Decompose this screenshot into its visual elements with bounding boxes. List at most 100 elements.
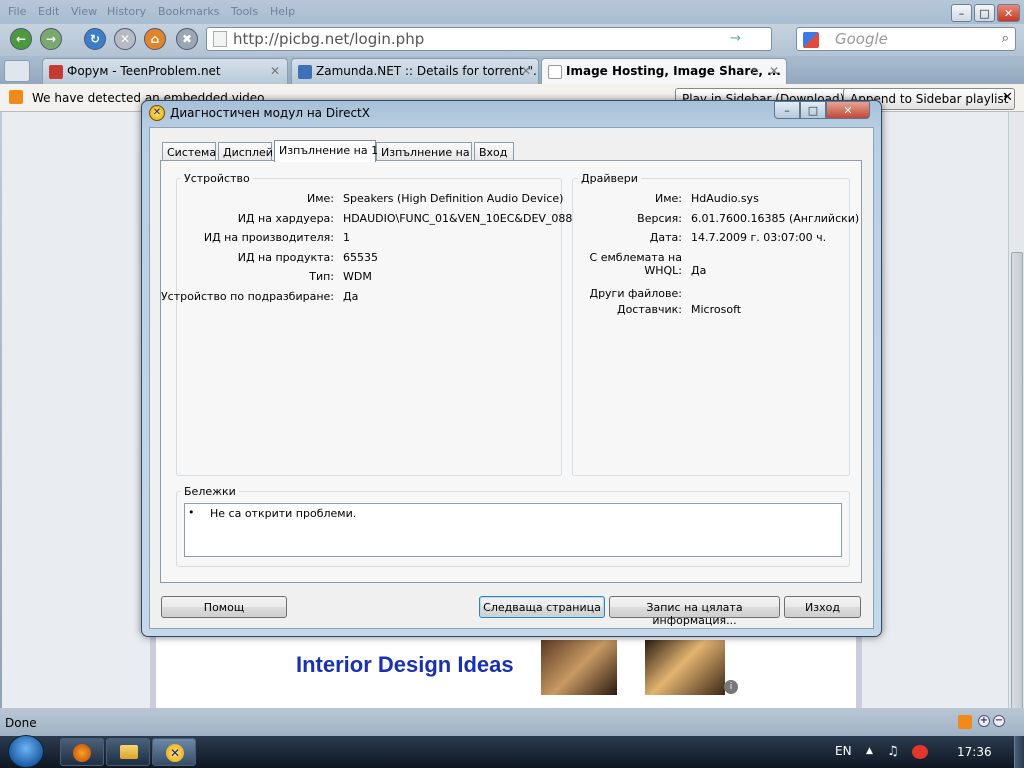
directx-icon: ✕ <box>149 105 165 121</box>
notes-group-label: Бележки <box>181 485 239 498</box>
tab-sound-2[interactable]: Изпълнение на 2 <box>376 142 480 161</box>
taskbar-dxdiag[interactable]: ✕ <box>152 738 196 766</box>
driver-name-label: Име: <box>654 192 682 205</box>
dialog-minimize-button[interactable]: – <box>774 101 800 119</box>
zoom-out-icon[interactable]: − <box>993 715 1005 727</box>
status-bar: Done + − <box>0 708 1024 736</box>
reload-icon[interactable]: ↻ <box>84 28 106 50</box>
save-all-info-button[interactable]: Запис на цялата информация... <box>609 596 780 627</box>
favicon-icon <box>49 65 63 79</box>
notes-textbox[interactable]: • Не са открити проблеми. <box>184 503 842 557</box>
menu-bookmarks[interactable]: Bookmarks <box>158 5 219 18</box>
tray-app-icon[interactable] <box>912 745 928 759</box>
menu-history[interactable]: History <box>107 5 146 18</box>
folder-icon <box>120 745 138 759</box>
menu-bar: File Edit View History Bookmarks Tools H… <box>0 0 1024 24</box>
tab-teenproblem[interactable]: Форум - TeenProblem.net ✕ <box>42 58 288 84</box>
minimize-button[interactable]: – <box>951 4 972 22</box>
star-icon[interactable]: ☆ <box>749 64 760 78</box>
clock[interactable]: 17:36 <box>957 745 992 759</box>
tab-display[interactable]: Дисплей <box>218 142 273 161</box>
tab-system[interactable]: Система <box>162 142 216 161</box>
menu-edit[interactable]: Edit <box>38 5 59 18</box>
page-heading[interactable]: Interior Design Ideas <box>296 652 514 678</box>
vertical-scrollbar[interactable] <box>1008 112 1024 768</box>
menu-view[interactable]: View <box>71 5 97 18</box>
default-device-value: Да <box>343 290 359 303</box>
tab-zamunda[interactable]: Zamunda.NET :: Details for torrent "... … <box>291 58 539 84</box>
drivers-group-label: Драйвери <box>578 172 641 185</box>
page-icon <box>213 31 227 47</box>
exit-button[interactable]: Изход <box>784 596 861 618</box>
maximize-button[interactable]: □ <box>974 4 995 22</box>
trash-icon[interactable]: ✖ <box>176 28 198 50</box>
device-group-label: Устройство <box>181 172 253 185</box>
driver-name-value: HdAudio.sys <box>691 192 759 205</box>
tab-image-hosting[interactable]: Image Hosting, Image Share, ... ☆ ✕ <box>541 58 787 84</box>
dialog-close-button[interactable]: ✕ <box>826 101 870 119</box>
status-text: Done <box>5 716 37 730</box>
product-id-label: ИД на продукта: <box>237 251 334 264</box>
manufacturer-id-value: 1 <box>343 231 350 244</box>
zoom-in-icon[interactable]: + <box>978 715 990 727</box>
tv-icon <box>9 90 23 104</box>
start-button[interactable] <box>8 735 44 768</box>
taskbar-explorer[interactable] <box>106 738 150 766</box>
window-controls: – □ ✕ <box>951 4 1020 22</box>
dialog-title: Диагностичен модул на DirectX <box>170 106 370 120</box>
menu-help[interactable]: Help <box>270 5 295 18</box>
help-button[interactable]: Помощ <box>161 596 287 618</box>
device-name-label: Име: <box>306 192 334 205</box>
provider-value: Microsoft <box>691 303 742 316</box>
back-icon[interactable]: ← <box>10 28 32 50</box>
other-files-label: Други файлове: <box>589 287 682 300</box>
show-desktop-button[interactable] <box>1014 736 1024 768</box>
tab-label: Форум - TeenProblem.net <box>67 64 221 78</box>
interior-photo-2[interactable] <box>645 640 725 695</box>
close-tab-icon[interactable]: ✕ <box>270 64 280 78</box>
default-device-label: Устройство по подразбиране: <box>160 290 334 303</box>
device-name-value: Speakers (High Definition Audio Device) <box>343 192 564 205</box>
driver-date-value: 14.7.2009 г. 03:07:00 ч. <box>691 231 827 244</box>
tv-icon[interactable] <box>958 715 972 729</box>
info-icon[interactable]: i <box>724 680 738 694</box>
note-item: Не са открити проблеми. <box>210 507 357 520</box>
home-icon[interactable]: ⌂ <box>144 28 166 50</box>
whql-value: Да <box>691 264 707 277</box>
type-value: WDM <box>343 270 372 283</box>
taskbar-firefox[interactable] <box>60 738 104 766</box>
tab-strip: Форум - TeenProblem.net ✕ Zamunda.NET ::… <box>0 56 1024 84</box>
firefox-icon <box>73 744 91 762</box>
directx-icon: ✕ <box>166 744 184 762</box>
search-placeholder: Google <box>835 30 888 48</box>
close-tab-icon[interactable]: ✕ <box>521 64 531 78</box>
volume-icon[interactable]: ♫ <box>887 744 899 759</box>
tab-input[interactable]: Вход <box>474 142 514 161</box>
close-button[interactable]: ✕ <box>997 4 1020 22</box>
type-label: Тип: <box>309 270 334 283</box>
menu-tools[interactable]: Tools <box>231 5 258 18</box>
tray-expand-icon[interactable]: ▲ <box>866 746 873 756</box>
address-bar[interactable]: http://picbg.net/login.php → <box>206 27 772 51</box>
dialog-window-controls: – □ ✕ <box>774 101 870 119</box>
language-indicator[interactable]: EN <box>835 744 852 758</box>
tab-sound-1[interactable]: Изпълнение на 1 <box>274 140 378 162</box>
bookmark-star-icon[interactable]: → <box>730 31 741 46</box>
hardware-id-value: HDAUDIO\FUNC_01&VEN_10EC&DEV_088 <box>343 212 573 225</box>
interior-photo-1[interactable] <box>541 640 617 695</box>
driver-version-label: Версия: <box>637 212 682 225</box>
dialog-maximize-button[interactable]: □ <box>800 101 826 119</box>
bullet: • <box>188 506 195 519</box>
search-bar[interactable]: Google ⌕ <box>796 27 1016 51</box>
scrollbar-thumb[interactable] <box>1011 252 1023 768</box>
product-id-value: 65535 <box>343 251 378 264</box>
list-all-tabs-icon[interactable] <box>4 60 30 82</box>
search-icon[interactable]: ⌕ <box>1002 31 1009 46</box>
manufacturer-id-label: ИД на производителя: <box>203 231 334 244</box>
stop-icon[interactable]: ✕ <box>114 28 136 50</box>
menu-file[interactable]: File <box>8 5 26 18</box>
next-page-button[interactable]: Следваща страница <box>479 596 605 618</box>
forward-icon[interactable]: → <box>40 28 62 50</box>
close-tab-icon[interactable]: ✕ <box>769 64 779 78</box>
close-notification-icon[interactable]: ✕ <box>1002 90 1013 105</box>
